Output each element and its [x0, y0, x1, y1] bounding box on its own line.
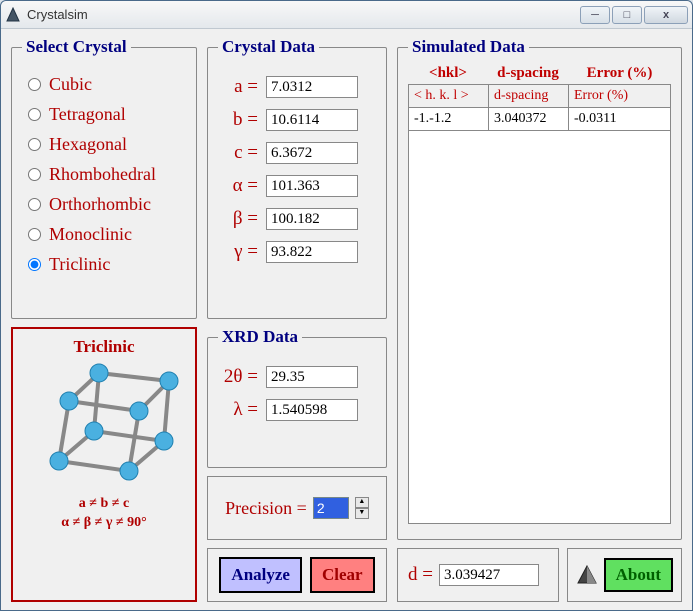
- precision-group: Precision = ▲ ▼: [207, 476, 387, 540]
- select-crystal-legend: Select Crystal: [22, 37, 131, 57]
- xrd-field-input-0[interactable]: [266, 366, 358, 388]
- crystal-option-rhombohedral[interactable]: Rhombohedral: [28, 164, 180, 185]
- sim-table-header-row: < h. k. l > d-spacing Error (%): [409, 85, 670, 108]
- crystal-label-triclinic: Triclinic: [49, 254, 110, 275]
- titlebar: Crystalsim ─ □ x: [1, 1, 692, 29]
- crystal-radio-orthorhombic[interactable]: [28, 198, 41, 211]
- crystal-field-label: a =: [222, 76, 258, 98]
- crystal-label-orthorhombic: Orthorhombic: [49, 194, 151, 215]
- crystal-label-tetragonal: Tetragonal: [49, 104, 126, 125]
- xrd-field-label: λ =: [222, 399, 258, 421]
- d-result-group: d =: [397, 548, 559, 602]
- sim-top-headers: <hkl> d-spacing Error (%): [408, 65, 671, 82]
- sim-table: < h. k. l > d-spacing Error (%) -1.-1.23…: [408, 84, 671, 524]
- crystal-field-row: β =: [222, 208, 372, 230]
- window-controls: ─ □ x: [580, 6, 688, 24]
- diagram-equation: a ≠ b ≠ c α ≠ β ≠ γ ≠ 90°: [61, 495, 146, 531]
- app-icon: [5, 7, 21, 23]
- crystal-data-legend: Crystal Data: [218, 37, 319, 57]
- analyze-button[interactable]: Analyze: [219, 557, 302, 593]
- crystal-field-label: β =: [222, 208, 258, 230]
- xrd-field-row: λ =: [222, 399, 372, 421]
- precision-spinner: ▲ ▼: [355, 497, 369, 519]
- sim-col-error: Error (%): [569, 85, 670, 108]
- pyramid-icon: [576, 564, 598, 586]
- crystal-field-input-3[interactable]: [266, 175, 358, 197]
- precision-input[interactable]: [313, 497, 349, 519]
- clear-button[interactable]: Clear: [310, 557, 375, 593]
- sim-col-dspacing: d-spacing: [489, 85, 569, 108]
- sim-cell-hkl: -1.-1.2: [409, 108, 489, 131]
- crystal-option-cubic[interactable]: Cubic: [28, 74, 180, 95]
- crystal-field-label: c =: [222, 142, 258, 164]
- sim-header-error: Error (%): [568, 65, 671, 82]
- crystal-label-rhombohedral: Rhombohedral: [49, 164, 156, 185]
- xrd-field-input-1[interactable]: [266, 399, 358, 421]
- precision-down-button[interactable]: ▼: [355, 508, 369, 519]
- crystal-option-hexagonal[interactable]: Hexagonal: [28, 134, 180, 155]
- select-crystal-group: Select Crystal Cubic Tetragonal Hexagonal R…: [11, 37, 197, 319]
- d-label: d =: [408, 564, 433, 586]
- about-group: About: [567, 548, 682, 602]
- app-window: Crystalsim ─ □ x Select Crystal Cubic Tet…: [0, 0, 693, 611]
- crystal-label-hexagonal: Hexagonal: [49, 134, 127, 155]
- crystal-field-input-4[interactable]: [266, 208, 358, 230]
- close-button[interactable]: x: [644, 6, 688, 24]
- action-buttons-group: Analyze Clear: [207, 548, 387, 602]
- sim-header-dspacing: d-spacing: [488, 65, 568, 82]
- precision-label: Precision =: [225, 498, 307, 519]
- crystal-field-input-1[interactable]: [266, 109, 358, 131]
- crystal-field-input-5[interactable]: [266, 241, 358, 263]
- xrd-data-legend: XRD Data: [218, 327, 302, 347]
- window-title: Crystalsim: [27, 7, 580, 22]
- crystal-label-monoclinic: Monoclinic: [49, 224, 132, 245]
- sim-cell-err: -0.0311: [569, 108, 670, 131]
- crystal-option-tetragonal[interactable]: Tetragonal: [28, 104, 180, 125]
- sim-cell-d: 3.040372: [489, 108, 569, 131]
- crystal-radio-tetragonal[interactable]: [28, 108, 41, 121]
- diagram-eq-line1: a ≠ b ≠ c: [61, 495, 146, 513]
- crystal-diagram-box: Triclinic: [11, 327, 197, 602]
- crystal-field-row: α =: [222, 175, 372, 197]
- precision-up-button[interactable]: ▲: [355, 497, 369, 508]
- xrd-field-label: 2θ =: [222, 366, 258, 388]
- crystal-radio-cubic[interactable]: [28, 78, 41, 91]
- crystal-field-row: γ =: [222, 241, 372, 263]
- maximize-button[interactable]: □: [612, 6, 642, 24]
- crystal-radio-monoclinic[interactable]: [28, 228, 41, 241]
- crystal-field-input-0[interactable]: [266, 76, 358, 98]
- crystal-field-label: b =: [222, 109, 258, 131]
- result-row: d = About: [397, 548, 682, 602]
- crystal-option-monoclinic[interactable]: Monoclinic: [28, 224, 180, 245]
- crystal-field-label: α =: [222, 175, 258, 197]
- diagram-title: Triclinic: [73, 337, 134, 357]
- crystal-field-input-2[interactable]: [266, 142, 358, 164]
- about-button[interactable]: About: [604, 558, 673, 592]
- crystal-radio-rhombohedral[interactable]: [28, 168, 41, 181]
- diagram-eq-line2: α ≠ β ≠ γ ≠ 90°: [61, 514, 146, 532]
- sim-header-hkl: <hkl>: [408, 65, 488, 82]
- content-area: Select Crystal Cubic Tetragonal Hexagonal R…: [1, 29, 692, 610]
- table-row[interactable]: -1.-1.23.040372-0.0311: [409, 108, 670, 131]
- sim-col-hkl: < h. k. l >: [409, 85, 489, 108]
- xrd-data-group: XRD Data 2θ = λ =: [207, 327, 387, 467]
- crystal-option-triclinic[interactable]: Triclinic: [28, 254, 180, 275]
- crystal-field-row: b =: [222, 109, 372, 131]
- crystal-radio-hexagonal[interactable]: [28, 138, 41, 151]
- crystal-data-group: Crystal Data a = b = c = α = β = γ =: [207, 37, 387, 319]
- minimize-button[interactable]: ─: [580, 6, 610, 24]
- crystal-label-cubic: Cubic: [49, 74, 92, 95]
- triclinic-diagram-icon: [29, 361, 179, 491]
- crystal-field-row: a =: [222, 76, 372, 98]
- xrd-field-row: 2θ =: [222, 366, 372, 388]
- crystal-field-row: c =: [222, 142, 372, 164]
- simulated-data-legend: Simulated Data: [408, 37, 529, 57]
- crystal-field-label: γ =: [222, 241, 258, 263]
- d-input[interactable]: [439, 564, 539, 586]
- crystal-radio-triclinic[interactable]: [28, 258, 41, 271]
- crystal-option-orthorhombic[interactable]: Orthorhombic: [28, 194, 180, 215]
- simulated-data-group: Simulated Data <hkl> d-spacing Error (%)…: [397, 37, 682, 540]
